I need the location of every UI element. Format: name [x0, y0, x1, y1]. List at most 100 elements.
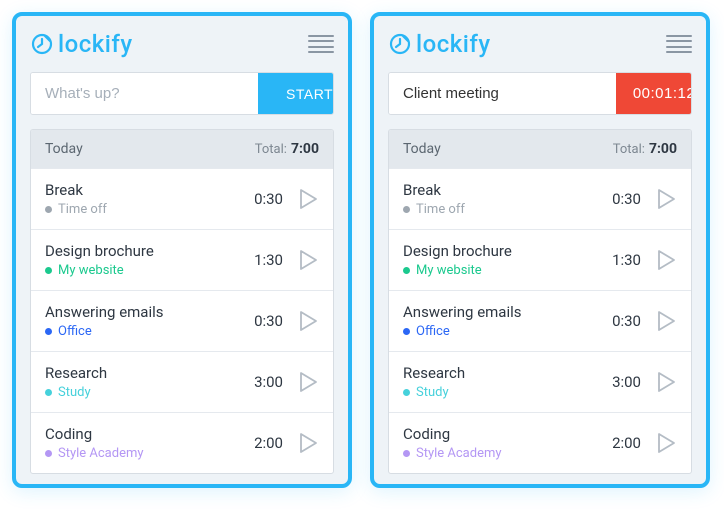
entry-title: Break: [403, 181, 601, 199]
total-time: Total: 7:00: [613, 141, 677, 157]
time-entry[interactable]: Answering emails Office 0:30: [389, 290, 691, 351]
time-entry[interactable]: Design brochure My website 1:30: [389, 229, 691, 290]
entry-project: Office: [45, 324, 243, 339]
entry-duration: 0:30: [243, 312, 283, 330]
project-color-dot: [45, 389, 52, 396]
app-logo: lockify: [30, 30, 133, 58]
time-entry-list: Today Total: 7:00 Break Time off 0:30 Design …: [388, 129, 692, 474]
stop-button[interactable]: 00:01:12: [616, 73, 692, 114]
task-description-input[interactable]: [31, 73, 258, 114]
entry-title: Research: [45, 364, 243, 382]
entry-project: Office: [403, 324, 601, 339]
clockify-logo-icon: [388, 32, 412, 56]
project-name: Time off: [58, 202, 107, 217]
entry-project: Time off: [45, 202, 243, 217]
time-entry[interactable]: Research Study 3:00: [31, 351, 333, 412]
project-name: Office: [416, 324, 450, 339]
app-name: lockify: [58, 30, 133, 58]
panel-header: lockify: [30, 30, 334, 58]
entry-title: Answering emails: [403, 303, 601, 321]
time-entry[interactable]: Design brochureMy website1:30: [31, 229, 333, 290]
project-color-dot: [45, 267, 52, 274]
entry-duration: 0:30: [243, 190, 283, 208]
menu-icon[interactable]: [666, 35, 692, 53]
entry-duration: 1:30: [601, 251, 641, 269]
entry-duration: 0:30: [601, 190, 641, 208]
entry-project: Style Academy: [45, 446, 243, 461]
timer-input-row: 00:01:12: [388, 72, 692, 115]
entry-project: Time off: [403, 202, 601, 217]
play-button[interactable]: [657, 310, 677, 332]
task-description-input[interactable]: [389, 73, 616, 114]
play-button[interactable]: [657, 188, 677, 210]
project-color-dot: [403, 389, 410, 396]
play-button[interactable]: [657, 371, 677, 393]
entry-duration: 2:00: [243, 434, 283, 452]
play-button[interactable]: [299, 249, 319, 271]
play-button[interactable]: [657, 249, 677, 271]
entry-info: Coding Style Academy: [403, 425, 601, 461]
entry-info: Break Time off: [403, 181, 601, 217]
tracker-panel: lockify 00:01:12 Today Total: 7:00 Break Time …: [370, 12, 710, 488]
entry-info: Design brochure My website: [403, 242, 601, 278]
entry-info: Break Time off: [45, 181, 243, 217]
project-name: My website: [58, 263, 124, 278]
panel-header: lockify: [388, 30, 692, 58]
project-color-dot: [403, 206, 410, 213]
entry-info: CodingStyle Academy: [45, 425, 243, 461]
entry-title: Research: [403, 364, 601, 382]
entry-title: Break: [45, 181, 243, 199]
project-name: Style Academy: [58, 446, 144, 461]
entry-title: Design brochure: [45, 242, 243, 260]
total-label: Total:: [255, 142, 287, 157]
start-button[interactable]: START: [258, 73, 334, 114]
entry-project: Style Academy: [403, 446, 601, 461]
day-label: Today: [45, 141, 83, 157]
app-logo: lockify: [388, 30, 491, 58]
total-label: Total:: [613, 142, 645, 157]
day-label: Today: [403, 141, 441, 157]
play-button[interactable]: [299, 371, 319, 393]
clockify-logo-icon: [30, 32, 54, 56]
project-name: Style Academy: [416, 446, 502, 461]
project-color-dot: [403, 450, 410, 457]
project-name: Office: [58, 324, 92, 339]
project-color-dot: [45, 206, 52, 213]
entry-duration: 3:00: [243, 373, 283, 391]
time-entry[interactable]: CodingStyle Academy2:00: [31, 412, 333, 473]
entry-info: Answering emails Office: [403, 303, 601, 339]
project-name: Time off: [416, 202, 465, 217]
project-name: My website: [416, 263, 482, 278]
project-color-dot: [403, 328, 410, 335]
list-header: Today Total: 7:00: [389, 130, 691, 168]
app-name: lockify: [416, 30, 491, 58]
entry-title: Design brochure: [403, 242, 601, 260]
entry-project: My website: [45, 263, 243, 278]
entry-info: Design brochure My website: [45, 242, 243, 278]
entry-duration: 0:30: [601, 312, 641, 330]
timer-input-row: START: [30, 72, 334, 115]
entry-title: Coding: [403, 425, 601, 443]
play-button[interactable]: [299, 432, 319, 454]
time-entry[interactable]: CodingStyle Academy2:00: [389, 412, 691, 473]
play-button[interactable]: [299, 310, 319, 332]
time-entry[interactable]: Answering emails Office 0:30: [31, 290, 333, 351]
menu-icon[interactable]: [308, 35, 334, 53]
entry-info: ResearchStudy: [403, 364, 601, 400]
entry-title: Answering emails: [45, 303, 243, 321]
total-value: 7:00: [649, 141, 677, 157]
time-entry[interactable]: Break Time off 0:30: [31, 168, 333, 229]
play-button[interactable]: [657, 432, 677, 454]
entry-project: Study: [45, 385, 243, 400]
time-entry[interactable]: ResearchStudy3:00: [389, 351, 691, 412]
time-entry[interactable]: Break Time off 0:30: [389, 168, 691, 229]
entry-project: My website: [403, 263, 601, 278]
total-value: 7:00: [291, 141, 319, 157]
project-name: Study: [58, 385, 91, 400]
entry-info: Research Study: [45, 364, 243, 400]
project-color-dot: [45, 450, 52, 457]
project-color-dot: [45, 328, 52, 335]
entry-duration: 3:00: [601, 373, 641, 391]
play-button[interactable]: [299, 188, 319, 210]
list-header: Today Total: 7:00: [31, 130, 333, 168]
